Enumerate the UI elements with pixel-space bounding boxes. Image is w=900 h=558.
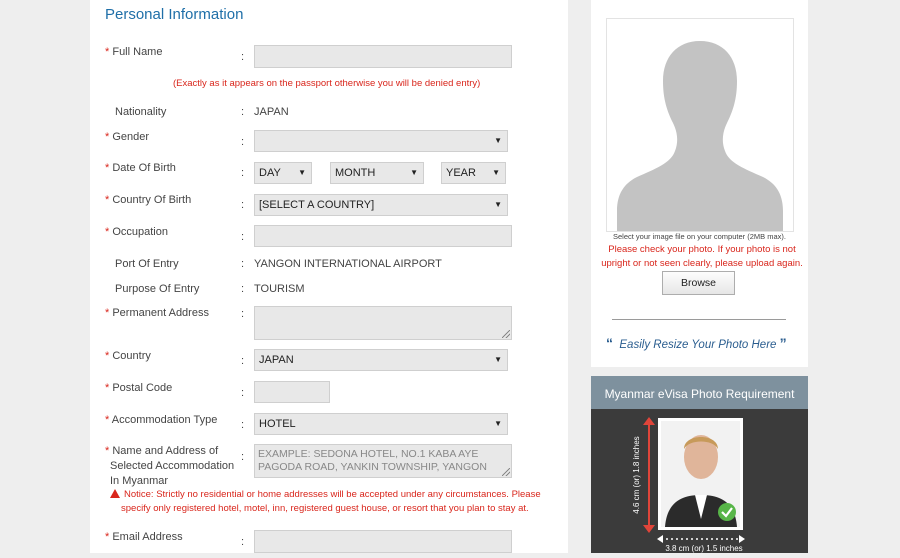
postal-code-label: * Postal Code [105,382,173,394]
country-select[interactable]: JAPAN ▼ [254,349,508,371]
requirement-title: Myanmar eVisa Photo Requirement [591,376,808,409]
dob-label: * Date Of Birth [105,162,176,174]
colon: : [241,536,245,548]
colon: : [241,283,245,295]
country-of-birth-label: * Country Of Birth [105,194,192,206]
dob-year-select[interactable]: YEAR ▼ [441,162,506,184]
colon: : [241,451,245,463]
warning-icon [110,489,120,498]
width-label: 3.8 cm (or) 1.5 inches [665,544,742,553]
email-label: * Email Address [105,531,183,543]
quote-open-icon: “ [606,335,613,351]
full-name-label: * Full Name [105,46,163,58]
full-name-note: (Exactly as it appears on the passport o… [173,78,481,89]
passport-photo-diagram: 4.6 cm (or) 1.8 inches 3.8 cm (or) 1.5 i… [632,417,745,553]
colon: : [241,106,245,118]
colon: : [241,387,245,399]
colon: : [241,258,245,270]
port-of-entry-value: YANGON INTERNATIONAL AIRPORT [254,258,442,270]
photo-preview [606,18,794,232]
email-input[interactable] [254,530,512,553]
quote-close-icon: ” [779,335,787,351]
accommodation-name-label-line2: Selected Accommodation [110,460,235,472]
requirement-image: 4.6 cm (or) 1.8 inches 3.8 cm (or) 1.5 i… [591,409,808,553]
person-silhouette-icon [617,41,783,231]
dob-month-select[interactable]: MONTH ▼ [330,162,424,184]
accommodation-name-label: * Name and Address of [105,445,219,457]
colon: : [241,167,245,179]
photo-warning: Please check your photo. If your photo i… [601,244,803,269]
colon: : [241,199,245,211]
colon: : [241,51,245,63]
chevron-down-icon: ▼ [494,355,502,364]
postal-code-input[interactable] [254,381,330,403]
dob-day-select[interactable]: DAY ▼ [254,162,312,184]
resize-grip[interactable] [502,468,510,476]
accommodation-type-select[interactable]: HOTEL ▼ [254,413,508,435]
accommodation-notice-line2: specify only registered hotel, motel, in… [121,503,529,514]
section-title: Personal Information [105,6,244,23]
height-label: 4.6 cm (or) 1.8 inches [632,436,641,513]
port-of-entry-label: Port Of Entry [115,258,179,270]
chevron-down-icon: ▼ [494,419,502,428]
divider [612,319,786,320]
colon: : [241,355,245,367]
nationality-label: Nationality [115,106,167,118]
permanent-address-textarea[interactable] [254,306,512,340]
gender-select[interactable]: ▼ [254,130,508,152]
resize-photo-link[interactable]: “ Easily Resize Your Photo Here ” [606,335,787,351]
occupation-label: * Occupation [105,226,168,238]
permanent-address-label: * Permanent Address [105,307,209,319]
purpose-of-entry-value: TOURISM [254,283,305,295]
occupation-input[interactable] [254,225,512,247]
resize-grip[interactable] [502,330,510,338]
full-name-input[interactable] [254,45,512,68]
colon: : [241,419,245,431]
accommodation-name-label-line3: In Myanmar [110,475,169,487]
country-label: * Country [105,350,151,362]
gender-label: * Gender [105,131,150,143]
chevron-down-icon: ▼ [298,168,306,177]
colon: : [241,308,245,320]
country-of-birth-select[interactable]: [SELECT A COUNTRY] ▼ [254,194,508,216]
chevron-down-icon: ▼ [494,200,502,209]
accommodation-name-textarea[interactable]: EXAMPLE: SEDONA HOTEL, NO.1 KABA AYE PAG… [254,444,512,478]
chevron-down-icon: ▼ [494,136,502,145]
accommodation-notice: Notice: Strictly no residential or home … [110,488,541,502]
chevron-down-icon: ▼ [492,168,500,177]
colon: : [241,231,245,243]
colon: : [241,136,245,148]
browse-button[interactable]: Browse [662,271,735,295]
accommodation-type-label: * Accommodation Type [105,414,218,426]
chevron-down-icon: ▼ [410,168,418,177]
nationality-value: JAPAN [254,106,289,118]
purpose-of-entry-label: Purpose Of Entry [115,283,200,295]
photo-select-note: Select your image file on your computer … [613,232,786,241]
